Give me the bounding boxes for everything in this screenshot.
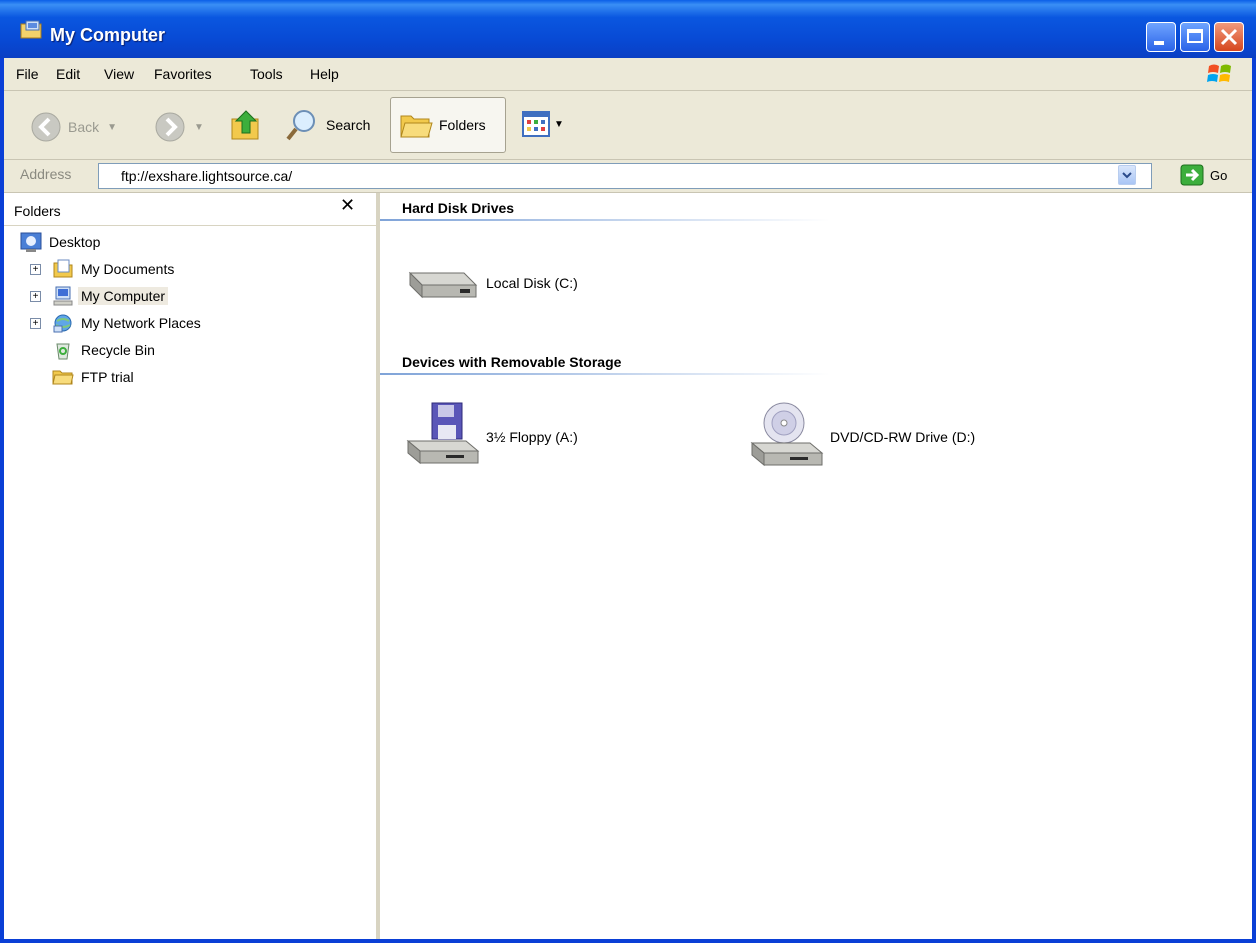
folders-pane: Folders ✕ Desktop + My Documents + My Co… (4, 193, 380, 939)
expand-my-computer[interactable]: + (30, 291, 41, 302)
my-documents-icon (53, 259, 73, 278)
group-divider (380, 219, 830, 221)
menu-bar: File Edit View Favorites Tools Help (4, 58, 1252, 91)
drive-floppy-a[interactable]: 3½ Floppy (A:) (402, 401, 578, 473)
title-bar[interactable]: My Computer (0, 0, 1256, 58)
group-title-hard-disk-drives: Hard Disk Drives (402, 200, 515, 216)
address-dropdown-button[interactable] (1118, 165, 1136, 185)
explorer-window: My Computer File Edit View Favorites Too… (0, 0, 1256, 943)
drive-local-disk-c[interactable]: Local Disk (C:) (402, 259, 578, 307)
my-computer-title-icon (20, 20, 44, 43)
drive-label: DVD/CD-RW Drive (D:) (830, 429, 976, 445)
forward-dropdown-icon[interactable]: ▼ (194, 122, 204, 133)
folders-button[interactable]: Folders (390, 97, 506, 153)
menu-view[interactable]: View (104, 66, 134, 82)
up-folder-button[interactable] (228, 107, 264, 143)
back-label: Back (68, 119, 100, 135)
windows-flag-icon (1206, 60, 1234, 88)
go-button[interactable]: Go (1180, 164, 1227, 186)
folders-pane-header: Folders ✕ (4, 193, 376, 226)
go-label: Go (1210, 167, 1228, 183)
minimize-button[interactable] (1146, 22, 1176, 52)
address-value: ftp://exshare.lightsource.ca/ (121, 168, 293, 184)
group-title-removable-storage: Devices with Removable Storage (402, 354, 622, 370)
forward-button[interactable]: ▼ (154, 111, 204, 143)
expand-my-network-places[interactable]: + (30, 318, 41, 329)
menu-tools[interactable]: Tools (250, 66, 283, 82)
maximize-button[interactable] (1180, 22, 1210, 52)
toolbar: Back ▼ ▼ Search Folders ▼ (4, 91, 1252, 160)
search-button[interactable]: Search (284, 107, 370, 143)
menu-favorites[interactable]: Favorites (154, 66, 212, 82)
drive-label: 3½ Floppy (A:) (486, 429, 578, 445)
forward-arrow-icon (155, 112, 185, 142)
tree-label: Desktop (49, 234, 101, 250)
tree-label: My Network Places (81, 315, 201, 331)
folder-icon (52, 370, 74, 385)
tree-item-desktop[interactable]: Desktop (20, 231, 103, 253)
close-pane-icon[interactable]: ✕ (340, 195, 355, 216)
desktop-icon (20, 232, 42, 252)
tree-label: My Computer (78, 287, 169, 305)
tree-item-my-network-places[interactable]: My Network Places (52, 312, 204, 334)
window-title: My Computer (50, 25, 166, 45)
back-dropdown-icon[interactable]: ▼ (107, 122, 117, 133)
tree-label: Recycle Bin (81, 342, 155, 358)
folders-pane-title: Folders (14, 203, 61, 219)
views-dropdown-icon[interactable]: ▼ (554, 119, 564, 130)
expand-my-documents[interactable]: + (30, 264, 41, 275)
address-input[interactable]: ftp://exshare.lightsource.ca/ (98, 163, 1152, 189)
recycle-bin-icon (56, 343, 70, 360)
go-arrow-icon (1180, 164, 1204, 186)
menu-help[interactable]: Help (310, 66, 339, 82)
tree-item-my-documents[interactable]: My Documents (52, 258, 177, 280)
address-bar: Address ftp://exshare.lightsource.ca/ Go (4, 160, 1252, 193)
back-button[interactable]: Back ▼ (30, 111, 117, 143)
folders-label: Folders (439, 117, 486, 133)
drive-label: Local Disk (C:) (486, 275, 578, 291)
network-places-icon (53, 314, 72, 333)
close-icon (1220, 28, 1238, 46)
drive-dvd-cdrw-d[interactable]: DVD/CD-RW Drive (D:) (746, 401, 975, 473)
tree-item-recycle-bin[interactable]: Recycle Bin (52, 339, 158, 361)
folders-icon (400, 115, 433, 138)
views-button[interactable]: ▼ (522, 109, 564, 139)
views-grid-icon (522, 111, 550, 137)
dvd-drive-icon (750, 402, 824, 467)
floppy-drive-icon (406, 402, 480, 465)
menu-edit[interactable]: Edit (56, 66, 80, 82)
tree-item-ftp-trial[interactable]: FTP trial (52, 366, 137, 388)
my-computer-icon (53, 286, 73, 306)
content-pane: Hard Disk Drives Local Disk (C:) Devices… (380, 193, 1252, 939)
search-icon (286, 110, 315, 141)
tree-item-my-computer[interactable]: My Computer (52, 285, 169, 307)
back-arrow-icon (31, 112, 61, 142)
close-button[interactable] (1214, 22, 1244, 52)
menu-file[interactable]: File (16, 66, 39, 82)
up-folder-icon (231, 110, 259, 140)
hard-disk-icon (408, 271, 478, 299)
address-label: Address (20, 166, 72, 182)
tree-label: FTP trial (81, 369, 134, 385)
group-divider (380, 373, 830, 375)
tree-label: My Documents (81, 261, 175, 277)
search-label: Search (326, 117, 371, 133)
chevron-down-icon (1122, 172, 1132, 179)
